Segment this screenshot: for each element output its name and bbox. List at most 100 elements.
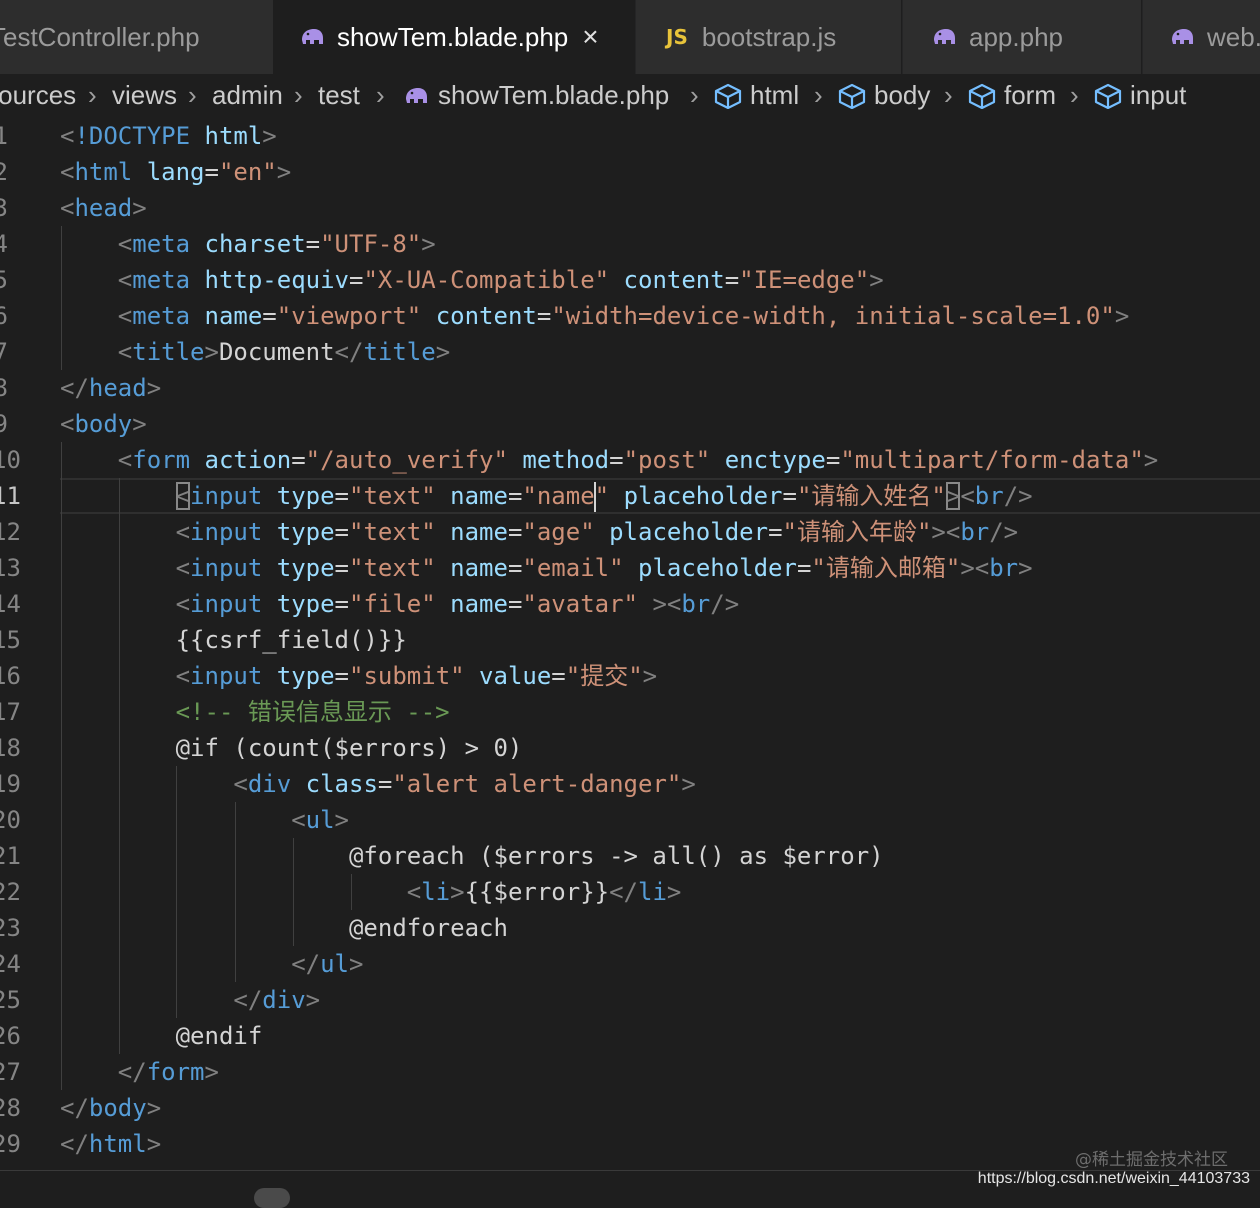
breadcrumb-item-file[interactable]: showTem.blade.php [402,80,669,111]
code-token: < [175,554,191,582]
code-token: < [945,518,961,546]
code-line[interactable]: 6 <meta name="viewport" content="width=d… [0,298,1260,334]
code-token: = [291,446,306,474]
code-line[interactable]: 23 @endforeach [0,910,1260,946]
line-code: @if (count($errors) > 0) [60,730,523,766]
code-line[interactable]: 22 <li>{{$error}}</li> [0,874,1260,910]
code-token: br [974,482,1004,510]
code-line[interactable]: 19 <div class="alert alert-danger"> [0,766,1260,802]
code-line[interactable]: 9 <body> [0,406,1260,442]
code-line[interactable]: 25 </div> [0,982,1260,1018]
editor-tab-bar: TestController.php showTem.blade.php × J… [0,0,1260,74]
code-line[interactable]: 21 @foreach ($errors -> all() as $error) [0,838,1260,874]
breadcrumb-item-html[interactable]: html [714,80,799,111]
code-line[interactable]: 20 <ul> [0,802,1260,838]
code-token: div [262,986,306,1014]
line-number: 18 [0,734,21,762]
line-number: 17 [0,698,21,726]
code-line[interactable]: 3 <head> [0,190,1260,226]
code-line[interactable]: 8 </head> [0,370,1260,406]
code-line[interactable]: 18 @if (count($errors) > 0) [0,730,1260,766]
tab-web-php[interactable]: web.php [1143,0,1260,74]
code-line[interactable]: 15 {{csrf_field()}} [0,622,1260,658]
code-line[interactable]: 11 <input type="text" name="name" placeh… [0,478,1260,514]
code-line[interactable]: 14 <input type="file" name="avatar" ><br… [0,586,1260,622]
code-token: /> [989,518,1019,546]
code-token: > [421,230,436,258]
cube-icon [714,83,742,109]
code-line[interactable]: 17 <!-- 错误信息显示 --> [0,694,1260,730]
code-token: < [60,122,75,150]
code-line[interactable]: 24 </ul> [0,946,1260,982]
line-code: <meta http-equiv="X-UA-Compatible" conte… [60,262,884,298]
line-code: </head> [60,370,161,406]
breadcrumb-item-resources[interactable]: resources [0,80,76,111]
code-token: = [334,554,349,582]
tab-show-tem-blade[interactable]: showTem.blade.php × [273,0,635,74]
breadcrumb-item-input[interactable]: input [1094,80,1186,111]
code-token: </ [334,338,364,366]
code-line[interactable]: 28 </body> [0,1090,1260,1126]
code-token: = [377,770,393,798]
code-line[interactable]: 16 <input type="submit" value="提交"> [0,658,1260,694]
code-token: "text" [349,554,436,582]
tab-app-php[interactable]: app.php [903,0,1142,74]
tab-label: bootstrap.js [701,21,837,52]
breadcrumb-item-body[interactable]: body [838,80,930,111]
code-token: "submit" [349,662,465,690]
code-line[interactable]: 5 <meta http-equiv="X-UA-Compatible" con… [0,262,1260,298]
breadcrumb-item-form[interactable]: form [968,80,1056,111]
code-line[interactable]: 1 <!DOCTYPE html> [0,118,1260,154]
code-token: input [190,554,263,582]
breadcrumb-chevron-icon: › [88,80,97,110]
code-token: name [450,590,508,618]
code-token: @endforeach [60,914,508,942]
line-number: 29 [0,1130,21,1158]
code-line[interactable]: 12 <input type="text" name="age" placeho… [0,514,1260,550]
code-token: < [117,266,133,294]
tab-test-controller[interactable]: TestController.php [0,0,274,74]
line-code: </body> [60,1090,161,1126]
breadcrumb-item-admin[interactable]: admin [212,80,283,111]
line-code: <body> [60,406,147,442]
code-token: @foreach ($errors -> all() as $error) [60,842,884,870]
tab-bootstrap-js[interactable]: JS bootstrap.js [636,0,902,74]
code-token: > [652,590,667,618]
code-token: > [681,770,696,798]
code-token: > [146,374,162,402]
code-token: > [1143,446,1159,474]
watermark-site: @稀土掘金技术社区 [1075,1150,1228,1170]
line-code: <!-- 错误信息显示 --> [60,694,450,730]
line-number: 20 [0,806,21,834]
code-token: </ [60,374,89,402]
close-tab-button[interactable]: × [582,21,598,53]
line-code: <form action="/auto_verify" method="post… [60,442,1158,478]
code-token: "提交" [565,662,643,690]
code-token: input [190,518,263,546]
code-editor[interactable]: 1 <!DOCTYPE html> 2 <html lang="en"> 3 <head>… [0,118,1260,1170]
code-token: type [276,518,335,546]
code-line[interactable]: 26 @endif [0,1018,1260,1054]
code-line[interactable]: 4 <meta charset="UTF-8"> [0,226,1260,262]
code-line[interactable]: 13 <input type="text" name="email" place… [0,550,1260,586]
code-token: "alert alert-danger" [392,770,682,798]
breadcrumb-item-views[interactable]: views [112,80,177,111]
code-line[interactable]: 10 <form action="/auto_verify" method="p… [0,442,1260,478]
code-token: type [276,482,335,510]
code-line[interactable]: 29 </html> [0,1126,1260,1162]
code-line[interactable]: 27 </form> [0,1054,1260,1090]
code-line[interactable]: 7 <title>Document</title> [0,334,1260,370]
code-token: > [334,806,349,834]
breadcrumb-item-test[interactable]: test [318,80,360,111]
horizontal-scrollbar-thumb[interactable] [254,1188,290,1208]
code-token: meta [132,230,191,258]
code-line[interactable]: 2 <html lang="en"> [0,154,1260,190]
code-token: !DOCTYPE [74,122,191,150]
